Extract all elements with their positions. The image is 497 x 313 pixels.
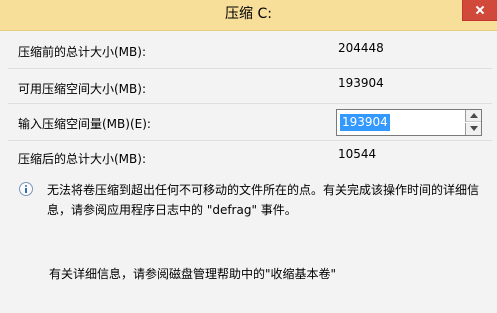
spin-down-button[interactable]	[465, 123, 481, 135]
total-size-after-value: 10544	[338, 147, 377, 161]
total-size-before-label: 压缩前的总计大小(MB):	[18, 45, 146, 59]
window-title: 压缩 C:	[225, 6, 272, 22]
shrink-amount-label: 输入压缩空间量(MB)(E):	[18, 117, 151, 131]
available-shrink-space-value: 193904	[338, 76, 384, 90]
shrink-volume-dialog: 压缩 C: 压缩前的总计大小(MB): 204448 可用压缩空间大小(MB):…	[0, 0, 497, 313]
help-message: 有关详细信息，请参阅磁盘管理帮助中的"收缩基本卷"	[49, 267, 337, 281]
available-shrink-space-label: 可用压缩空间大小(MB):	[18, 82, 146, 96]
info-message: 无法将卷压缩到超出任何不可移动的文件所在的点。有关完成该操作时间的详细信息，请参…	[47, 183, 480, 217]
total-size-after-label: 压缩后的总计大小(MB):	[18, 152, 146, 166]
title-bar: 压缩 C:	[0, 0, 497, 31]
shrink-amount-stepper[interactable]: 193904	[336, 109, 482, 136]
shrink-amount-input[interactable]: 193904	[340, 114, 390, 131]
total-size-before-value: 204448	[338, 41, 384, 55]
divider-1	[8, 68, 492, 69]
info-icon	[19, 182, 33, 196]
divider-3	[8, 140, 492, 141]
divider-2	[8, 103, 492, 104]
spin-up-button[interactable]	[465, 110, 481, 122]
close-button[interactable]	[462, 0, 497, 21]
